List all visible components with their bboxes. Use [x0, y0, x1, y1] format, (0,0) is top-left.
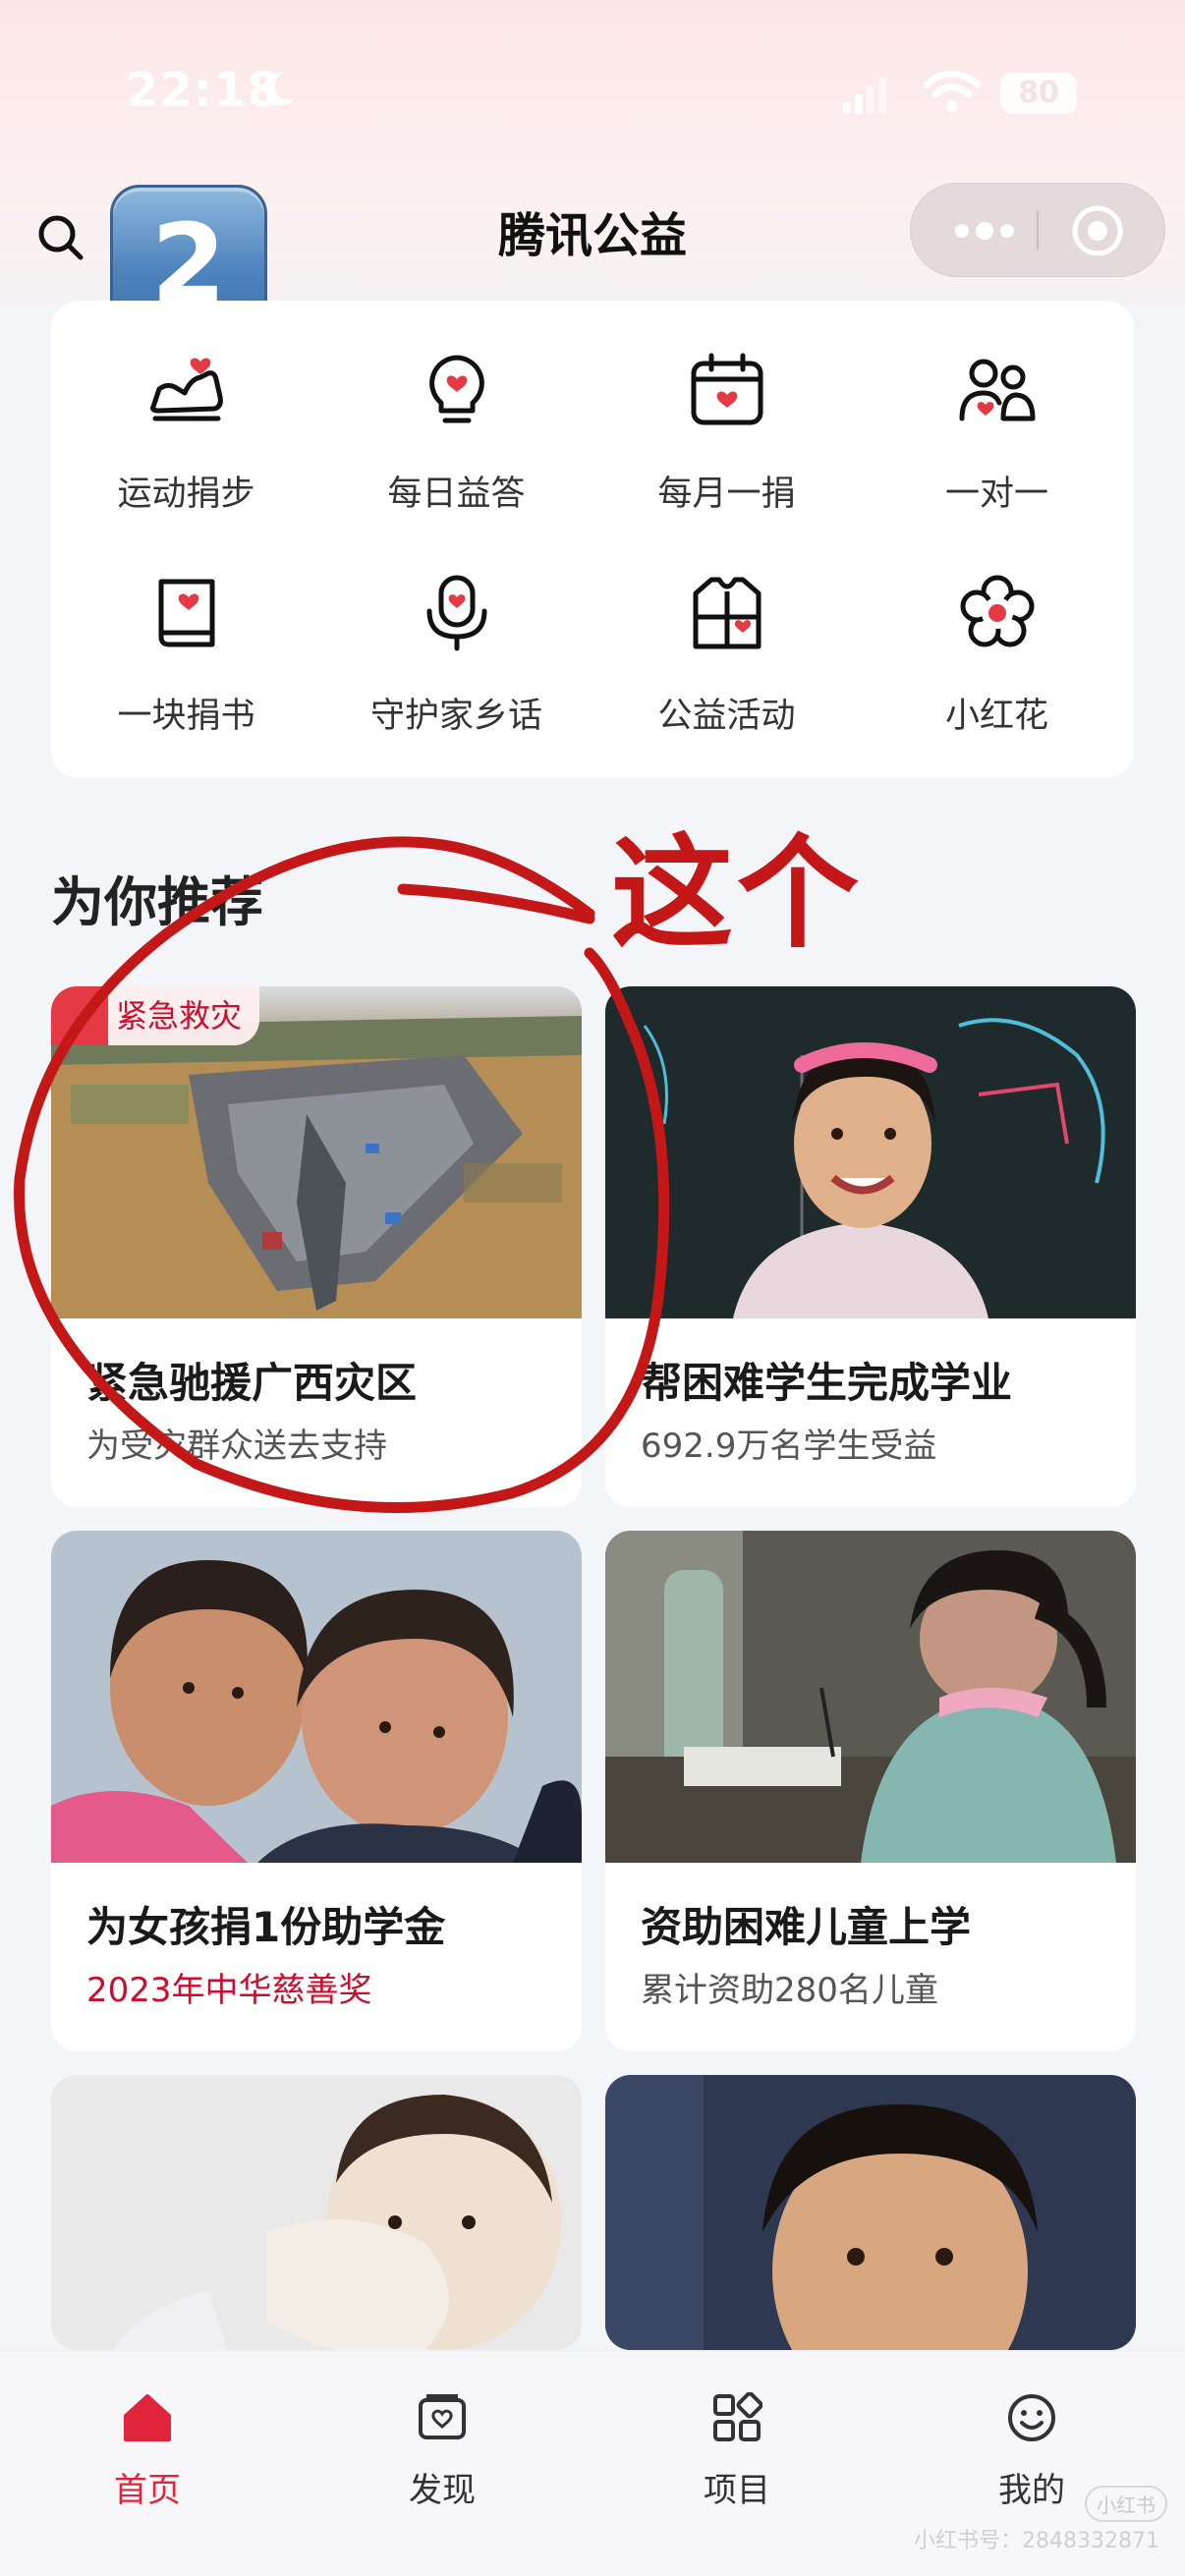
project-card-guangxi-relief[interactable]: 紧急救灾 紧急驰援广西灾区 为受灾群众送去支持: [51, 986, 582, 1507]
lightbulb-heart-icon: [429, 355, 484, 423]
card-subtitle: 2023年中华慈善奖: [86, 1971, 372, 2010]
watermark-badge: 小红书: [1085, 2486, 1167, 2522]
recommend-section-title: 为你推荐: [51, 871, 263, 933]
home-icon: [124, 2394, 171, 2441]
wifi-icon: [924, 71, 981, 112]
discover-icon: [419, 2394, 466, 2439]
card-subtitle: 为受灾群众送去支持: [86, 1427, 387, 1466]
status-bar: 22:18 80: [0, 0, 1185, 187]
two-girls-photo: [51, 1531, 582, 1863]
tab-discover[interactable]: 发现: [295, 2351, 590, 2510]
miniprogram-capsule: [910, 183, 1165, 277]
close-miniprogram-icon[interactable]: [1070, 203, 1125, 258]
card-title: 资助困难儿童上学: [641, 1903, 972, 1951]
flower-icon: [960, 575, 1035, 647]
project-card-children-schooling[interactable]: 资助困难儿童上学 累计资助280名儿童: [605, 1531, 1136, 2051]
quick-entry-hometown-dialect[interactable]: 守护家乡话: [321, 523, 592, 736]
girl-writing-photo: [605, 1531, 1136, 1863]
quick-entry-daily-quiz[interactable]: 每日益答: [321, 301, 592, 514]
emergency-relief-tag: 紧急救灾: [51, 986, 260, 1045]
quick-entry-label: 每日益答: [387, 475, 526, 514]
tab-label: 发现: [409, 2471, 476, 2510]
tab-projects[interactable]: 项目: [590, 2351, 884, 2510]
quick-entry-book-donation[interactable]: 一块捐书: [51, 523, 321, 736]
smiley-icon: [1008, 2394, 1055, 2441]
project-card-student-support[interactable]: 帮困难学生完成学业 692.9万名学生受益: [605, 986, 1136, 1507]
people-heart-icon: [959, 359, 1036, 421]
sneaker-heart-icon: [150, 358, 223, 421]
quick-entry-label: 运动捐步: [117, 475, 255, 514]
quick-entry-step-donation[interactable]: 运动捐步: [51, 301, 321, 514]
quick-entry-little-red-flower[interactable]: 小红花: [862, 523, 1132, 736]
moon-icon: [263, 72, 295, 106]
project-card-young-boy[interactable]: [605, 2075, 1136, 2350]
vest-heart-icon: [693, 577, 762, 649]
project-card-sick-child[interactable]: [51, 2075, 582, 2350]
cellular-signal-icon: [843, 77, 886, 114]
card-subtitle: 累计资助280名儿童: [641, 1971, 938, 2010]
child-with-mask-photo: [51, 2075, 582, 2350]
book-heart-icon: [158, 579, 215, 647]
watermark: 小红书号：2848332871: [914, 2529, 1159, 2553]
quick-entry-label: 每月一捐: [657, 475, 796, 514]
grid-icon: [713, 2392, 762, 2441]
young-boy-photo: [605, 2075, 1136, 2350]
annotation-text: 这个: [611, 823, 864, 965]
card-subtitle: 692.9万名学生受益: [641, 1427, 937, 1466]
card-title: 帮困难学生完成学业: [641, 1359, 1013, 1407]
tab-home[interactable]: 首页: [0, 2351, 295, 2510]
capsule-divider: [1037, 211, 1039, 251]
quick-entry-charity-events[interactable]: 公益活动: [592, 523, 862, 736]
project-card-girls-scholarship[interactable]: 为女孩捐1份助学金 2023年中华慈善奖: [51, 1531, 582, 2051]
quick-entry-monthly-donation[interactable]: 每月一捐: [592, 301, 862, 514]
card-title: 为女孩捐1份助学金: [86, 1903, 446, 1951]
more-icon[interactable]: [950, 213, 1019, 249]
card-title: 紧急驰援广西灾区: [86, 1359, 418, 1407]
battery-indicator: 80: [1000, 73, 1077, 114]
quick-entry-one-on-one[interactable]: 一对一: [862, 301, 1132, 514]
calendar-heart-icon: [691, 353, 763, 425]
quick-entry-panel: 运动捐步 每日益答 每月一捐 一对一 一块捐书 守护家乡话 公益活动 小红花: [51, 301, 1134, 778]
tab-label: 首页: [114, 2471, 181, 2510]
microphone-heart-icon: [426, 575, 487, 651]
quick-entry-label: 小红花: [944, 697, 1048, 736]
smiling-girl-photo: [605, 986, 1136, 1318]
quick-entry-label: 守护家乡话: [369, 697, 542, 736]
relief-tag-icon: [51, 986, 108, 1045]
tab-mine[interactable]: 我的: [884, 2351, 1179, 2510]
quick-entry-label: 一对一: [944, 475, 1048, 514]
tab-label: 项目: [704, 2471, 770, 2510]
quick-entry-label: 公益活动: [657, 697, 796, 736]
quick-entry-label: 一块捐书: [117, 697, 255, 736]
